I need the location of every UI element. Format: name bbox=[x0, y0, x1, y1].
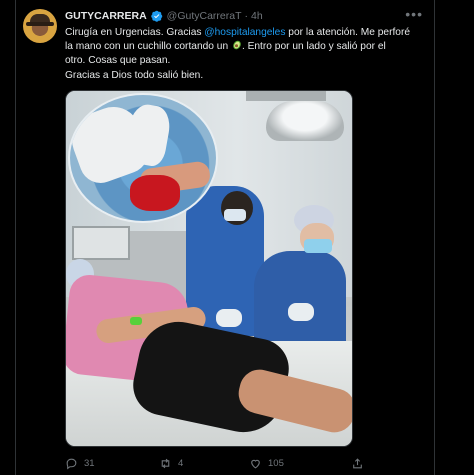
tweet-header: GUTYCARRERA @GutyCarreraT · 4h bbox=[65, 10, 263, 22]
action-bar: 31 4 105 bbox=[65, 455, 425, 471]
tweet-line-2: la mano con un cuchillo cortando un . En… bbox=[65, 40, 425, 54]
reply-button[interactable]: 31 bbox=[65, 457, 95, 470]
tweet-line-1: Cirugía en Urgencias. Gracias @hospitala… bbox=[65, 26, 425, 40]
mention-link[interactable]: @hospitalangeles bbox=[204, 27, 285, 38]
tweet-line-2-b: . Entro por un lado y salió por el bbox=[241, 41, 386, 53]
tweet-line-1-a: Cirugía en Urgencias. Gracias bbox=[65, 27, 205, 38]
tweet-line-3: otro. Cosas que pasan. bbox=[65, 55, 171, 67]
verified-badge-icon bbox=[150, 10, 163, 22]
photo-glove-right bbox=[288, 303, 314, 321]
reply-count: 31 bbox=[84, 457, 95, 469]
like-button[interactable]: 105 bbox=[249, 457, 284, 470]
photo-wristband bbox=[130, 317, 142, 325]
photo-medic-left-mask bbox=[224, 209, 246, 221]
retweet-icon bbox=[161, 458, 170, 468]
photo-surgical-lamp bbox=[266, 101, 344, 141]
separator-dot: · bbox=[244, 10, 249, 22]
tweet-photo[interactable] bbox=[65, 90, 353, 447]
left-gutter bbox=[0, 0, 16, 475]
photo-lamp-arm bbox=[246, 91, 326, 101]
timestamp[interactable]: 4h bbox=[251, 10, 263, 22]
tweet-line-4: Gracias a Dios todo salió bien. bbox=[65, 69, 204, 81]
avatar-hat-brim bbox=[26, 22, 54, 26]
tweet-line-2-a: la mano con un cuchillo cortando un bbox=[65, 41, 231, 53]
tweet-card[interactable]: GUTYCARRERA @GutyCarreraT · 4h ••• Cirug… bbox=[17, 0, 433, 475]
avatar[interactable] bbox=[23, 9, 57, 43]
right-gutter bbox=[434, 0, 474, 475]
like-count: 105 bbox=[268, 457, 284, 469]
tweet-text: Cirugía en Urgencias. Gracias @hospitala… bbox=[65, 26, 425, 83]
handle[interactable]: @GutyCarreraT bbox=[167, 10, 242, 22]
photo-monitor bbox=[72, 226, 130, 260]
tweet-line-1-b: por la atención. Me perforé bbox=[285, 27, 411, 38]
photo-glove-left bbox=[216, 309, 242, 327]
photo-inset-wound bbox=[68, 93, 218, 223]
share-button[interactable] bbox=[351, 457, 370, 470]
reply-icon bbox=[66, 458, 77, 469]
avocado-emoji-icon bbox=[232, 40, 242, 50]
photo-inset-blood bbox=[130, 175, 180, 211]
more-icon[interactable]: ••• bbox=[405, 6, 423, 22]
like-icon bbox=[251, 459, 260, 468]
share-icon bbox=[353, 457, 362, 468]
retweet-button[interactable]: 4 bbox=[159, 457, 183, 470]
retweet-count: 4 bbox=[178, 457, 184, 469]
display-name[interactable]: GUTYCARRERA bbox=[65, 10, 147, 22]
photo-medic-right-mask bbox=[304, 239, 332, 253]
